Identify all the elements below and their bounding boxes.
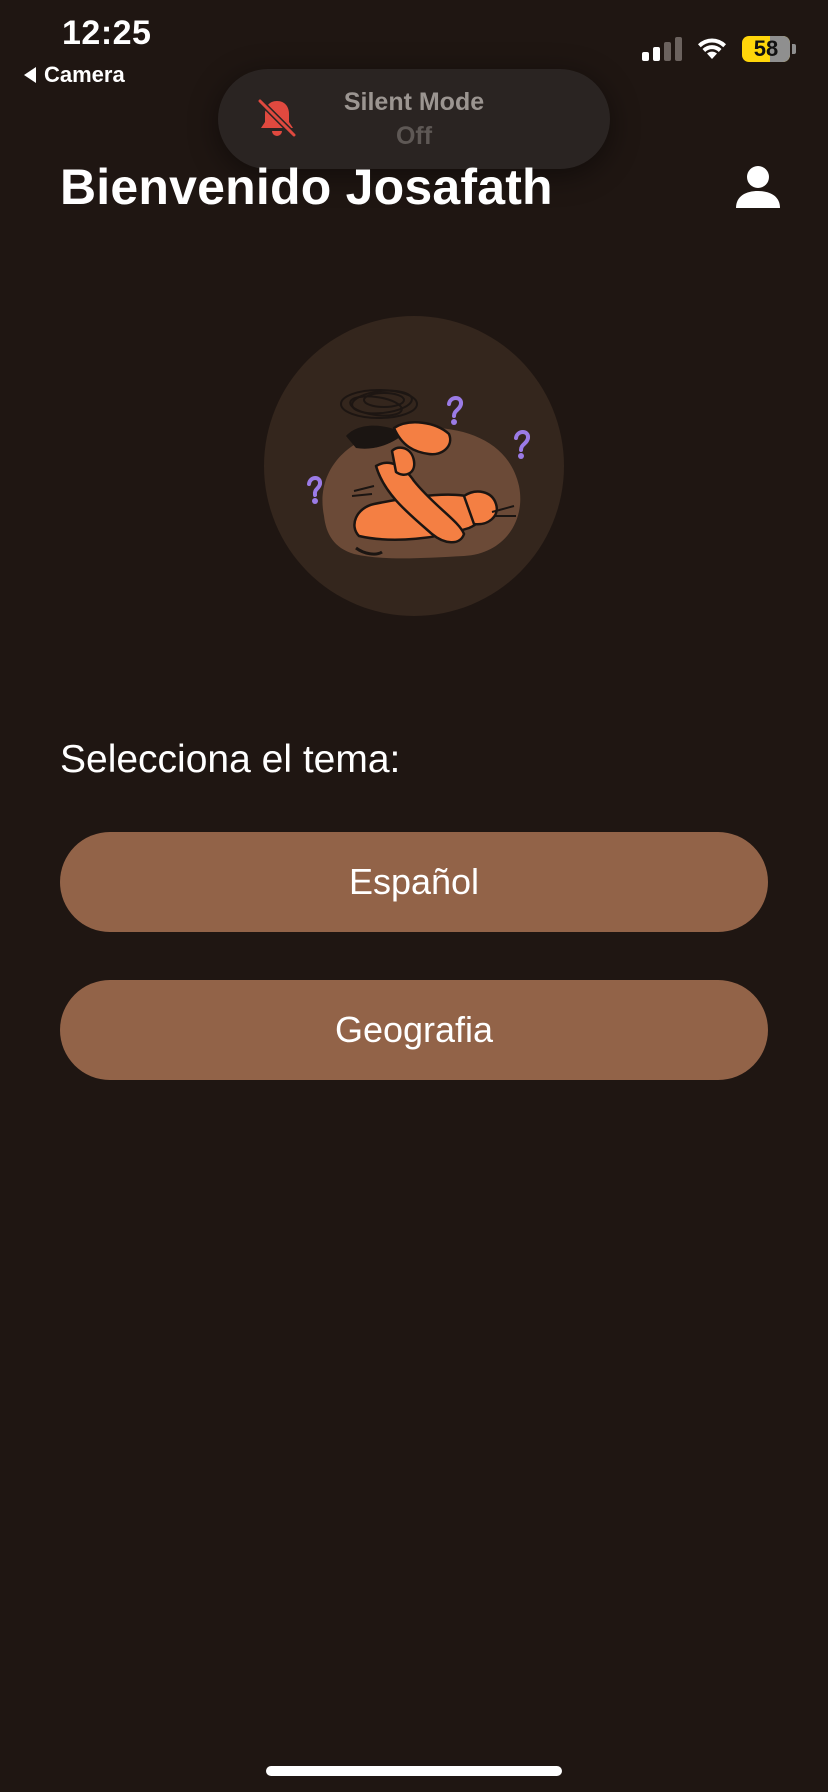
home-indicator[interactable] [266,1766,562,1776]
battery-icon: 58 [742,36,796,62]
status-time: 12:25 [62,14,152,52]
topic-prompt: Selecciona el tema: [60,738,401,781]
status-indicators: 58 [642,36,796,62]
illustration-avatar [264,316,564,616]
toast-subtitle: Off [395,122,433,150]
back-to-camera-link[interactable]: Camera [24,62,125,88]
app-screen: 12:25 Camera 58 Silent Mode Off Bienveni… [0,0,828,1792]
cellular-signal-icon [642,37,682,61]
battery-level: 58 [753,36,779,61]
page-title: Bienvenido Josafath [60,159,553,215]
toast-title: Silent Mode [343,88,485,116]
back-arrow-icon [24,67,36,83]
confused-person-illustration [307,389,530,559]
wifi-icon [698,38,726,59]
back-label: Camera [44,62,125,87]
topic-espanol-button[interactable]: Español [60,832,768,932]
profile-button[interactable] [732,162,784,214]
topic-geografia-button[interactable]: Geografia [60,980,768,1080]
person-icon [736,166,780,208]
silent-mode-toast: Silent Mode Off [218,69,610,169]
